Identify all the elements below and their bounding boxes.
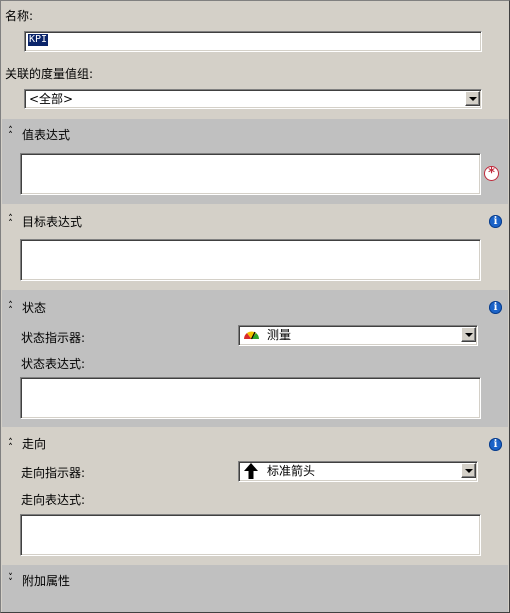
status-indicator-select[interactable]: 测量 <box>238 325 478 346</box>
required-asterisk-icon: * <box>484 166 499 181</box>
double-chevron-up-icon[interactable]: ˄ ˄ <box>6 215 15 229</box>
status-indicator-label: 状态指示器: <box>21 331 86 345</box>
info-icon[interactable]: i <box>489 301 502 314</box>
trend-indicator-value: 标准箭头 <box>267 464 316 478</box>
chevron-down-icon[interactable] <box>461 327 476 342</box>
status-expression-input[interactable] <box>20 377 481 419</box>
value-expression-title: 值表达式 <box>22 128 71 142</box>
chevron-down-icon[interactable] <box>461 463 476 478</box>
measure-group-value: <全部> <box>29 92 74 106</box>
trend-expression-input[interactable] <box>20 514 481 556</box>
double-chevron-up-icon[interactable]: ˄ ˄ <box>6 127 15 141</box>
value-expression-input[interactable] <box>20 153 481 195</box>
double-chevron-up-icon[interactable]: ˄ ˄ <box>6 302 15 316</box>
trend-section: ˄ ˄ 走向 i 走向指示器: 标准箭头 走向表达式: <box>2 427 508 565</box>
status-expression-label: 状态表达式: <box>21 357 86 371</box>
status-indicator-value: 测量 <box>267 328 292 342</box>
trend-expression-label: 走向表达式: <box>21 493 86 507</box>
status-title: 状态 <box>22 301 47 315</box>
trend-indicator-select[interactable]: 标准箭头 <box>238 461 478 482</box>
additional-properties-section: ˅ ˅ 附加属性 <box>2 565 508 612</box>
goal-expression-input[interactable] <box>20 239 481 281</box>
chevron-down-icon[interactable] <box>465 91 480 106</box>
name-input[interactable]: KPI <box>24 31 482 52</box>
double-chevron-up-icon[interactable]: ˄ ˄ <box>6 439 15 453</box>
status-section: ˄ ˄ 状态 i 状态指示器: 测量 状态表达式: <box>2 290 508 427</box>
info-icon[interactable]: i <box>489 438 502 451</box>
double-chevron-down-icon[interactable]: ˅ ˅ <box>6 574 15 588</box>
kpi-form-panel: 名称: KPI 关联的度量值组: <全部> ˄ ˄ 值表达式 * ˄ ˄ 目标表达式… <box>0 0 510 613</box>
value-expression-section: ˄ ˄ 值表达式 * <box>2 119 508 204</box>
trend-indicator-label: 走向指示器: <box>21 466 86 480</box>
measure-group-label: 关联的度量值组: <box>5 67 94 81</box>
goal-expression-section: ˄ ˄ 目标表达式 i <box>2 204 508 290</box>
goal-expression-title: 目标表达式 <box>22 215 83 229</box>
arrow-up-icon <box>244 463 258 479</box>
name-value: KPI <box>28 34 49 46</box>
additional-properties-title[interactable]: 附加属性 <box>22 574 70 588</box>
general-area: 名称: KPI 关联的度量值组: <全部> <box>2 2 508 119</box>
measure-group-select[interactable]: <全部> <box>24 89 482 109</box>
gauge-icon <box>244 331 259 340</box>
name-label: 名称: <box>5 9 34 23</box>
trend-title: 走向 <box>22 437 47 451</box>
info-icon[interactable]: i <box>489 215 502 228</box>
